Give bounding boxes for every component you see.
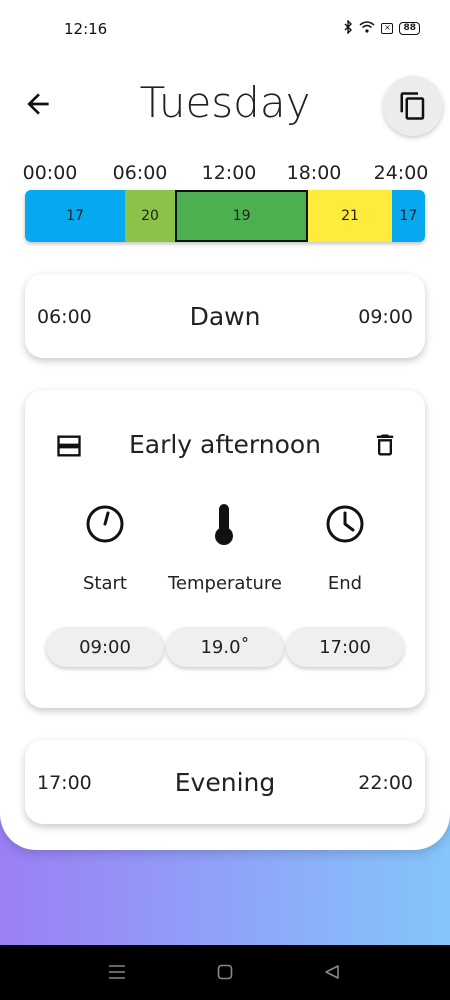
navigation-bar	[0, 945, 450, 1000]
back-nav-icon[interactable]	[324, 964, 340, 984]
status-time: 12:16	[64, 20, 108, 38]
main-sheet: 12:16 × 88 Tuesday 00:00 06:00 12:00 18:…	[0, 0, 450, 850]
timeline-segment[interactable]: 17	[391, 190, 425, 242]
period-card-dawn[interactable]: 06:00 Dawn 09:00	[25, 274, 425, 358]
period-end: 09:00	[358, 306, 413, 328]
copy-button[interactable]	[383, 76, 443, 136]
status-bar: 12:16 × 88	[0, 0, 450, 60]
clock-end-icon	[325, 504, 365, 548]
start-label: Start	[83, 573, 127, 594]
start-time-button[interactable]: 09:00	[46, 627, 164, 667]
period-end: 22:00	[358, 772, 413, 794]
timeline-bar[interactable]: 17 20 19 21 17	[25, 190, 425, 242]
temperature-label: Temperature	[167, 573, 283, 594]
home-icon[interactable]	[217, 964, 233, 984]
timeline-segment[interactable]: 19	[175, 190, 309, 242]
timeline-tick: 12:00	[201, 162, 257, 184]
timeline-tick: 00:00	[22, 162, 78, 184]
timeline-segment[interactable]: 21	[308, 190, 392, 242]
sim-icon: ×	[381, 23, 394, 34]
clock-start-icon	[85, 504, 125, 548]
temperature-button[interactable]: 19.0˚	[166, 627, 284, 667]
timeline-tick: 06:00	[112, 162, 168, 184]
timeline-segment[interactable]: 20	[125, 190, 175, 242]
trash-icon	[376, 434, 394, 456]
battery-icon: 88	[399, 22, 420, 35]
timeline-tick: 18:00	[286, 162, 342, 184]
end-label: End	[327, 573, 363, 594]
bluetooth-icon	[343, 19, 353, 37]
menu-icon[interactable]	[108, 964, 126, 984]
period-card-evening[interactable]: 17:00 Evening 22:00	[25, 740, 425, 824]
copy-icon	[400, 92, 425, 120]
thermometer-icon	[211, 502, 237, 550]
end-time-button[interactable]: 17:00	[286, 627, 404, 667]
period-name: Early afternoon	[128, 430, 322, 459]
wifi-icon	[359, 21, 375, 36]
status-icons: × 88	[343, 19, 420, 37]
period-card-expanded: Early afternoon Start Temperature End 09…	[25, 390, 425, 708]
timeline-segment[interactable]: 17	[25, 190, 125, 242]
delete-button[interactable]	[371, 430, 399, 464]
timeline-tick: 24:00	[373, 162, 429, 184]
